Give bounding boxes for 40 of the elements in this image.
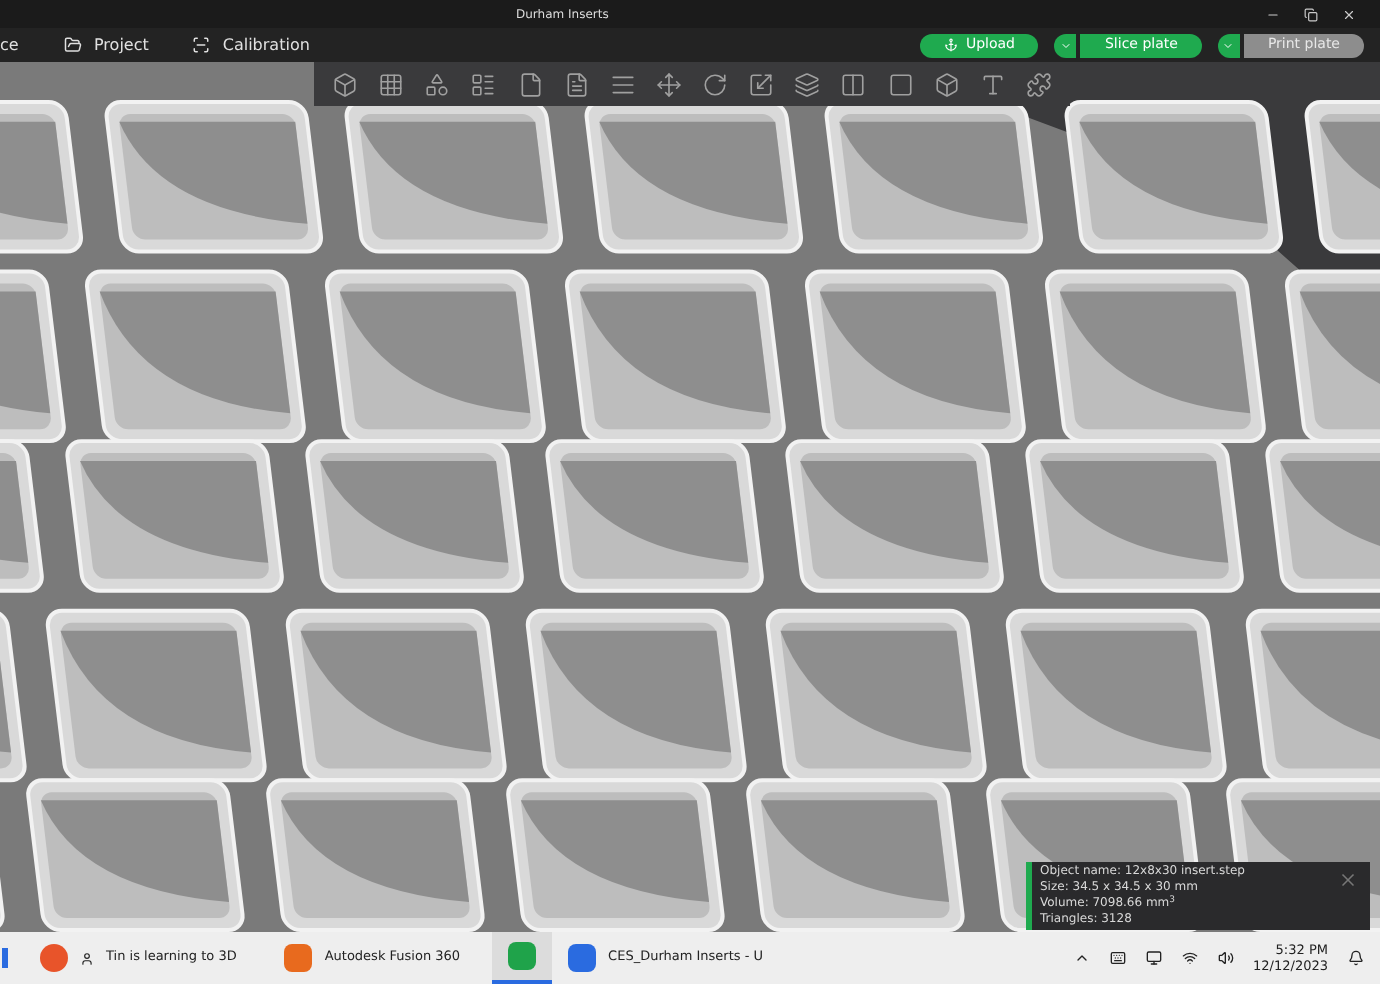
close-icon[interactable] [1342,7,1356,21]
puzzle-icon[interactable] [1025,71,1052,97]
layers-list-icon[interactable] [609,71,636,97]
plate-icon[interactable] [470,71,497,97]
scan-icon [192,36,211,54]
grid-add-icon[interactable] [378,71,405,97]
keyboard-icon[interactable] [1109,950,1126,966]
menu-item[interactable]: ce [0,33,48,57]
anchor-icon [943,38,958,52]
split-icon[interactable] [840,71,867,97]
app-logo-icon[interactable] [508,942,537,970]
notification-bell-icon[interactable] [1348,950,1364,966]
dropdown-button[interactable] [1217,33,1240,57]
restore-icon[interactable] [1304,7,1318,21]
cube-icon[interactable] [933,71,960,97]
scale-icon[interactable] [748,71,775,97]
dropdown-button[interactable] [1054,33,1077,57]
menu-tab[interactable]: Calibration [192,33,310,57]
cube-add-icon[interactable] [332,71,359,97]
caret-icon [1059,39,1072,51]
speaker-icon[interactable] [1217,950,1234,966]
folder-icon [64,36,82,54]
document-icon[interactable] [563,71,590,97]
layer-stack-icon[interactable] [794,71,821,97]
browser-icon[interactable] [40,944,68,972]
wifi-icon[interactable] [1181,950,1198,966]
caret-icon [1222,39,1235,51]
square-icon[interactable] [887,71,914,97]
move-icon[interactable] [655,71,682,97]
menu-tab[interactable]: Project [64,33,149,57]
user-icon [80,951,94,965]
rotate-icon[interactable] [702,71,729,97]
arrange-icon[interactable] [424,71,451,97]
monitor-icon[interactable] [1145,950,1162,966]
document-app-icon[interactable] [568,944,597,972]
caret-icon[interactable] [1073,950,1090,966]
page-icon[interactable] [517,71,544,97]
app-logo-icon[interactable] [284,944,313,972]
taskbar-item[interactable] [492,932,553,984]
text-icon[interactable] [979,71,1006,97]
